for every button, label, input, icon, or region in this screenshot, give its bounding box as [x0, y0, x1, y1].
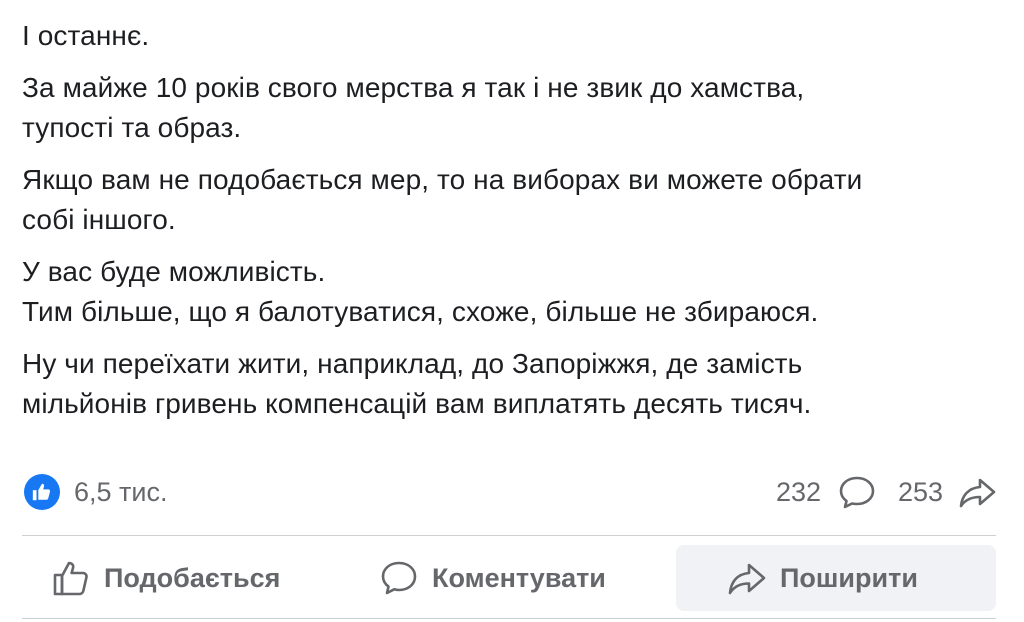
comment-button-label: Коментувати — [432, 562, 606, 593]
post-paragraph: І останнє. — [22, 16, 1012, 56]
post-line: І останнє. — [22, 20, 150, 51]
share-arrow-icon[interactable] — [958, 474, 998, 510]
speech-bubble-outline-icon — [378, 557, 420, 599]
divider — [22, 535, 996, 536]
post-line: Ну чи переїхати жити, наприклад, до Запо… — [22, 348, 803, 379]
thumbs-up-badge-icon[interactable] — [24, 474, 60, 510]
reaction-count[interactable]: 6,5 тис. — [74, 474, 168, 510]
post-line: тупості та образ. — [22, 112, 242, 143]
post-paragraph: Ну чи переїхати жити, наприклад, до Запо… — [22, 344, 1012, 424]
reactions-summary: 6,5 тис. 232 253 — [0, 470, 1024, 514]
post-line: За майже 10 років свого мерства я так і … — [22, 72, 805, 103]
like-button-label: Подобається — [104, 562, 281, 593]
shares-count[interactable]: 253 — [898, 474, 943, 510]
speech-bubble-icon[interactable] — [838, 474, 876, 510]
like-button[interactable]: Подобається — [50, 545, 280, 611]
share-button[interactable]: Поширити — [676, 545, 996, 611]
comments-count[interactable]: 232 — [776, 474, 821, 510]
post-line: У вас буде можливість. — [22, 256, 326, 287]
divider — [22, 618, 996, 619]
share-button-label: Поширити — [780, 562, 918, 593]
thumbs-up-outline-icon — [50, 557, 92, 599]
post-line: собі іншого. — [22, 204, 176, 235]
post-actions: Подобається Коментувати Поширити — [0, 545, 1024, 611]
post-line: Якщо вам не подобається мер, то на вибор… — [22, 164, 863, 195]
post-line: мільйонів гривень компенсацій вам виплат… — [22, 388, 812, 419]
thumbs-up-icon — [32, 483, 51, 501]
post-paragraph: За майже 10 років свого мерства я так і … — [22, 68, 1012, 148]
post-paragraph: У вас буде можливість. Тим більше, що я … — [22, 252, 1012, 332]
post-paragraph: Якщо вам не подобається мер, то на вибор… — [22, 160, 1012, 240]
share-arrow-outline-icon — [726, 557, 768, 599]
comment-button[interactable]: Коментувати — [378, 545, 606, 611]
post-text: І останнє. За майже 10 років свого мерст… — [22, 16, 1012, 436]
post-line: Тим більше, що я балотуватися, схоже, бі… — [22, 296, 819, 327]
